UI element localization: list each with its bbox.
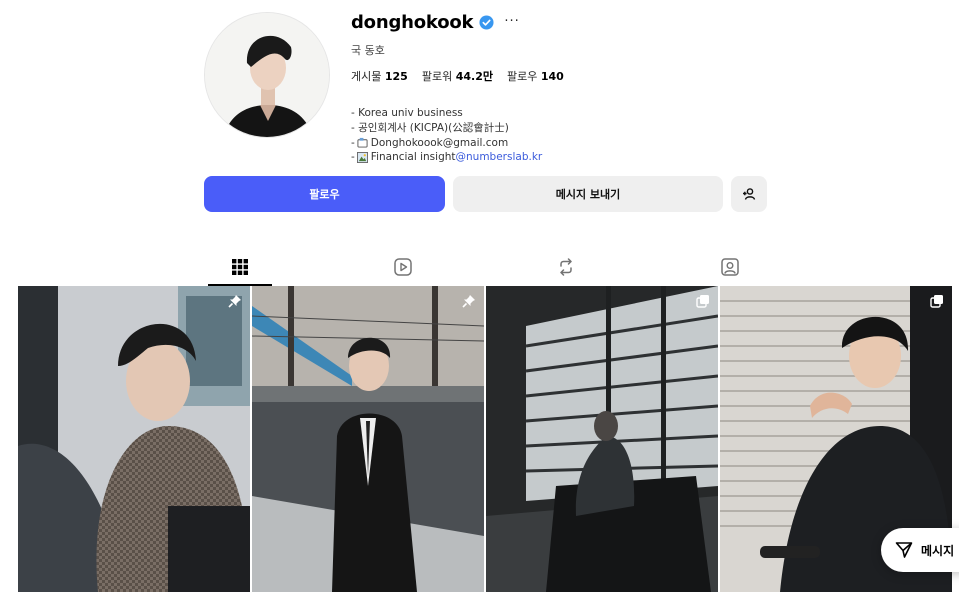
bio: - Korea univ business - 공인회계사 (KICPA)(公認… (351, 106, 771, 165)
bio-line: - 공인회계사 (KICPA)(公認會計士) (351, 121, 509, 134)
full-name: 국 동호 (351, 44, 385, 57)
stat-posts: 게시물 125 (351, 70, 408, 83)
messages-floating-button[interactable]: 메시지 (881, 528, 959, 572)
post-photo (18, 286, 250, 592)
tab-reposts[interactable] (534, 248, 598, 286)
bio-link[interactable]: @numberslab.kr (456, 150, 543, 165)
pin-icon (228, 295, 241, 308)
add-user-icon (743, 188, 756, 200)
tab-posts[interactable] (208, 248, 272, 286)
profile-tabs (204, 248, 767, 286)
bio-line: - Donghokoook@gmail.com (351, 136, 509, 149)
messages-label: 메시지 (921, 543, 955, 558)
post-grid (18, 286, 952, 592)
tab-reels[interactable] (371, 248, 435, 286)
post-thumbnail[interactable] (486, 286, 718, 592)
carousel-icon (696, 295, 709, 308)
message-button[interactable]: 메시지 보내기 (453, 176, 723, 212)
grid-icon (232, 259, 248, 275)
pin-icon (462, 295, 475, 308)
more-options-icon[interactable]: ··· (504, 15, 519, 28)
follow-button[interactable]: 팔로우 (204, 176, 445, 212)
post-photo (486, 286, 718, 592)
send-icon (895, 542, 913, 558)
post-thumbnail[interactable] (18, 286, 250, 592)
mailbox-icon (357, 138, 368, 149)
tab-tagged[interactable] (698, 248, 762, 286)
post-thumbnail[interactable] (252, 286, 484, 592)
stat-following[interactable]: 팔로우 140 (507, 68, 564, 84)
bio-line: - Korea univ business (351, 107, 463, 119)
verified-badge-icon (479, 14, 494, 30)
name-row: donghokook ··· (351, 10, 771, 34)
carousel-icon (930, 295, 943, 308)
username: donghokook (351, 11, 474, 33)
profile-info: donghokook ··· 국 동호 게시물 125 팔로워 44.2만 팔로… (351, 10, 771, 165)
picture-icon (356, 152, 368, 164)
suggested-users-button[interactable] (731, 176, 767, 212)
reels-icon (394, 258, 412, 276)
post-photo (252, 286, 484, 592)
stat-followers[interactable]: 팔로워 44.2만 (422, 68, 493, 84)
bio-line: - Financial insight @numberslab.kr (351, 150, 543, 165)
tagged-icon (721, 258, 739, 276)
profile-stats: 게시물 125 팔로워 44.2만 팔로우 140 (351, 68, 771, 84)
profile-avatar[interactable] (204, 12, 330, 138)
repost-icon (560, 258, 572, 276)
